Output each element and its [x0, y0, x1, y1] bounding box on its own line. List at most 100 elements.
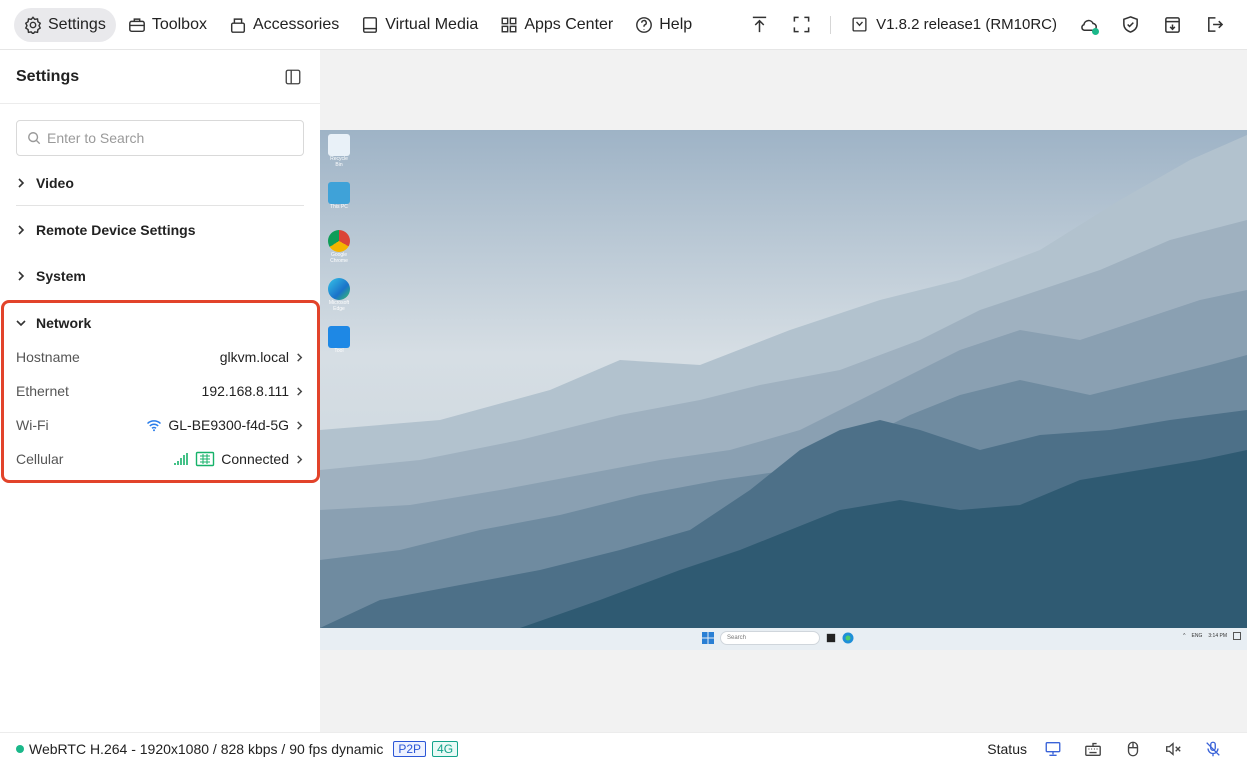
keyboard-button[interactable]	[1075, 736, 1111, 762]
system-tray: ^ ENG 3:14 PM	[1183, 632, 1241, 640]
microphone-button[interactable]	[1195, 736, 1231, 762]
virtual-media-icon	[363, 16, 378, 33]
top-right-tools: V1.8.2 release1 (RM10RC)	[738, 0, 1247, 50]
hostname-value: glkvm.local	[219, 349, 289, 365]
firmware-version[interactable]: V1.8.2 release1 (RM10RC)	[839, 16, 1067, 33]
section-system-label: System	[36, 268, 86, 284]
cellular-value-wrap: Connected	[173, 451, 304, 467]
network-row-cellular[interactable]: Cellular Connected	[16, 442, 304, 476]
upload-button[interactable]	[738, 8, 780, 42]
task-view-icon[interactable]	[826, 633, 836, 643]
toolbox-icon	[128, 17, 145, 32]
display-status-button[interactable]	[1035, 736, 1071, 762]
microphone-muted-icon	[1206, 741, 1220, 756]
clipboard-icon	[1164, 17, 1180, 33]
desktop-icon-chrome[interactable]: Google Chrome	[326, 230, 352, 264]
settings-search[interactable]	[16, 120, 304, 156]
status-label: Status	[987, 740, 1027, 757]
audio-mute-button[interactable]	[1155, 736, 1191, 762]
desktop-icon-label: This PC	[330, 204, 348, 210]
nav-accessories[interactable]: Accessories	[219, 8, 349, 42]
desktop-icon-label: Microsoft Edge	[328, 300, 350, 312]
chrome-icon	[328, 230, 350, 252]
desktop-icon-edge[interactable]: Microsoft Edge	[326, 278, 352, 312]
upload-icon	[752, 16, 766, 33]
section-remote-device-settings[interactable]: Remote Device Settings	[16, 207, 304, 253]
nav-apps-center-label: Apps Center	[524, 15, 614, 33]
hostname-label: Hostname	[16, 349, 80, 365]
tray-time[interactable]: 3:14 PM	[1208, 633, 1227, 639]
search-icon	[28, 132, 41, 145]
nav-settings[interactable]: Settings	[14, 7, 116, 42]
taskbar-search-label: Search	[727, 635, 747, 641]
cellular-4g-badge: 4G	[432, 740, 459, 757]
cloud-button[interactable]	[1067, 8, 1109, 42]
network-row-hostname[interactable]: Hostname glkvm.local	[16, 340, 304, 374]
collapse-sidebar-button[interactable]	[282, 66, 304, 88]
sidebar-title: Settings	[16, 67, 80, 85]
taskbar-search[interactable]: Search	[720, 631, 820, 645]
chevron-right-icon	[18, 225, 25, 235]
help-icon	[636, 16, 653, 33]
ethernet-label: Ethernet	[16, 383, 69, 399]
mouse-button[interactable]	[1115, 736, 1151, 762]
fullscreen-button[interactable]	[780, 8, 822, 42]
desktop-wallpaper	[320, 130, 1247, 628]
cellular-value: Connected	[221, 451, 289, 467]
clipboard-button[interactable]	[1151, 8, 1193, 42]
recycle-bin-icon	[328, 134, 350, 156]
keyboard-icon	[1085, 742, 1101, 756]
settings-sidebar: Settings Video Remote Device Settings Sy…	[0, 50, 320, 732]
edge-icon	[328, 278, 350, 300]
section-network-label: Network	[36, 315, 92, 331]
sim-card-icon	[196, 451, 215, 467]
status-bar: WebRTC H.264 - 1920x1080 / 828 kbps / 90…	[0, 732, 1247, 764]
wifi-label: Wi-Fi	[16, 417, 49, 433]
main-nav: Settings Toolbox Accessories Virtual Med…	[0, 7, 702, 42]
firmware-icon	[852, 17, 867, 32]
chevron-right-icon	[295, 417, 304, 433]
network-row-wifi[interactable]: Wi-Fi GL-BE9300-f4d-5G	[16, 408, 304, 442]
desktop-icon-label: Google Chrome	[330, 252, 348, 264]
sidebar-header: Settings	[0, 50, 320, 104]
nav-toolbox-label: Toolbox	[151, 15, 207, 33]
network-row-ethernet[interactable]: Ethernet 192.168.8.111	[16, 374, 304, 408]
tray-lang[interactable]: ENG	[1192, 633, 1203, 639]
taskbar-center: Search	[702, 631, 854, 645]
nav-help[interactable]: Help	[625, 8, 702, 42]
desktop-icon-this-pc[interactable]: This PC	[326, 182, 352, 210]
speaker-muted-icon	[1166, 741, 1181, 756]
logout-icon	[1207, 17, 1223, 32]
chevron-down-icon	[16, 320, 26, 327]
nav-apps-center[interactable]: Apps Center	[490, 8, 623, 42]
nav-toolbox[interactable]: Toolbox	[118, 8, 217, 42]
nav-virtual-media[interactable]: Virtual Media	[351, 8, 488, 42]
computer-icon	[328, 182, 350, 204]
cellular-label: Cellular	[16, 451, 64, 467]
notification-icon[interactable]	[1233, 632, 1241, 640]
section-video[interactable]: Video	[16, 160, 304, 206]
apps-center-icon	[501, 17, 517, 32]
remote-desktop-screen[interactable]: Recycle Bin This PC Google Chrome Micros…	[320, 130, 1247, 650]
wifi-icon	[147, 420, 162, 432]
chevron-right-icon	[18, 177, 25, 188]
chevron-right-icon	[18, 271, 25, 281]
monitor-icon	[1045, 741, 1061, 756]
tray-chevron-icon[interactable]: ^	[1183, 633, 1185, 639]
chevron-right-icon	[295, 451, 304, 467]
desktop-icon-recycle-bin[interactable]: Recycle Bin	[326, 134, 352, 168]
desktop-icon-tool[interactable]: Tool	[326, 326, 352, 354]
search-input[interactable]	[47, 130, 287, 146]
section-system[interactable]: System	[16, 253, 304, 299]
accessories-icon	[230, 17, 245, 33]
cloud-status-dot	[1092, 27, 1099, 35]
shield-icon	[1122, 16, 1138, 33]
edge-taskbar-icon[interactable]	[842, 632, 854, 644]
toolbar-divider	[830, 15, 832, 34]
nav-virtual-media-label: Virtual Media	[385, 15, 479, 33]
windows-start-icon[interactable]	[702, 632, 714, 644]
logout-button[interactable]	[1193, 8, 1235, 42]
desktop-icon-label: Tool	[334, 348, 344, 354]
security-button[interactable]	[1109, 8, 1151, 42]
section-video-label: Video	[36, 174, 74, 191]
